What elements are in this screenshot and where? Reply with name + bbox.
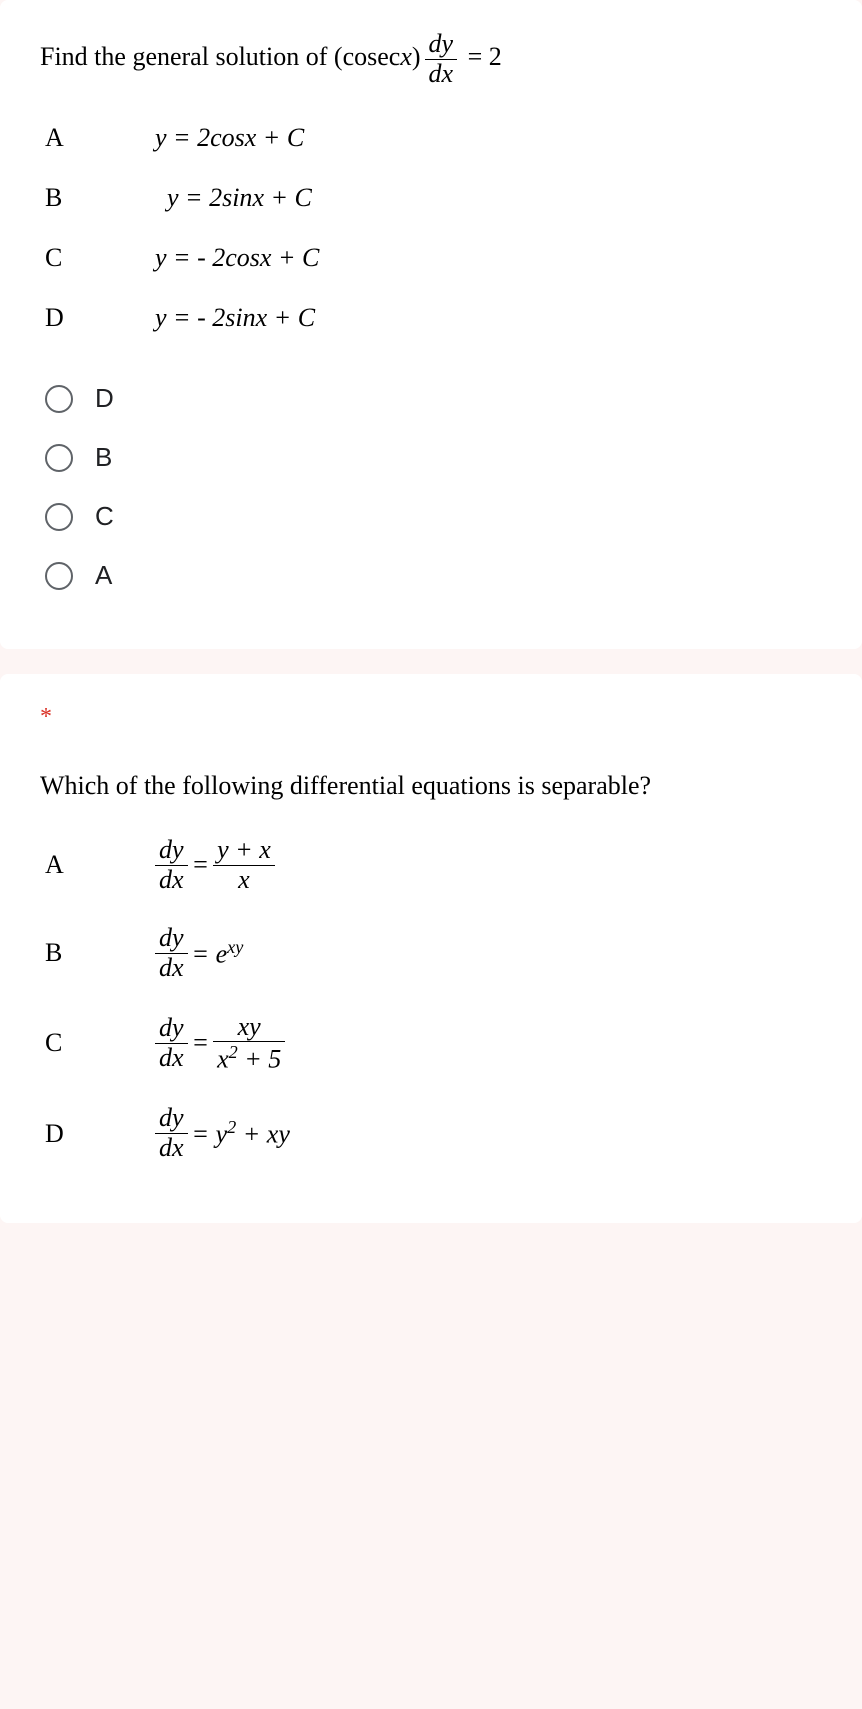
answer-choice-c[interactable]: C [45,501,822,532]
answer-choices-group: D B C A [40,383,822,591]
question-1-card: Find the general solution of (cosecx)dyd… [0,0,862,649]
option-formula-b-q2: dydx = exy [155,924,243,982]
option-formula-d-q2: dydx = y2 + xy [155,1104,290,1162]
option-formula-c: y = - 2cosx + C [155,243,319,273]
radio-icon[interactable] [45,385,73,413]
option-letter-b: B [45,183,155,213]
option-formula-c-q2: dydx = xyx2 + 5 [155,1013,285,1075]
option-a-row-q2: A dydx = y + xx [40,836,822,894]
answer-label-a: A [95,560,112,591]
required-marker: * [40,704,822,731]
answer-choice-a[interactable]: A [45,560,822,591]
option-letter-c-q2: C [45,1028,155,1058]
option-letter-d: D [45,303,155,333]
answer-label-d: D [95,383,114,414]
option-d-row-q2: D dydx = y2 + xy [40,1104,822,1162]
question-2-prompt: Which of the following differential equa… [40,771,822,801]
option-letter-a: A [45,123,155,153]
answer-choice-b[interactable]: B [45,442,822,473]
option-letter-d-q2: D [45,1119,155,1149]
question-prompt-text: Find the general solution of [40,42,334,71]
answer-label-c: C [95,501,114,532]
option-c-row: C y = - 2cosx + C [40,243,822,273]
radio-icon[interactable] [45,444,73,472]
option-formula-d: y = - 2sinx + C [155,303,315,333]
option-formula-a: y = 2cosx + C [155,123,304,153]
option-formula-b: y = 2sinx + C [155,183,312,213]
answer-choice-d[interactable]: D [45,383,822,414]
radio-icon[interactable] [45,562,73,590]
question-2-card: * Which of the following differential eq… [0,674,862,1222]
option-letter-a-q2: A [45,850,155,880]
option-formula-a-q2: dydx = y + xx [155,836,275,894]
option-b-row-q2: B dydx = exy [40,924,822,982]
option-b-row: B y = 2sinx + C [40,183,822,213]
radio-icon[interactable] [45,503,73,531]
option-d-row: D y = - 2sinx + C [40,303,822,333]
option-c-row-q2: C dydx = xyx2 + 5 [40,1013,822,1075]
question-1-prompt: Find the general solution of (cosecx)dyd… [40,30,822,88]
option-letter-b-q2: B [45,938,155,968]
answer-label-b: B [95,442,112,473]
option-a-row: A y = 2cosx + C [40,123,822,153]
option-letter-c: C [45,243,155,273]
